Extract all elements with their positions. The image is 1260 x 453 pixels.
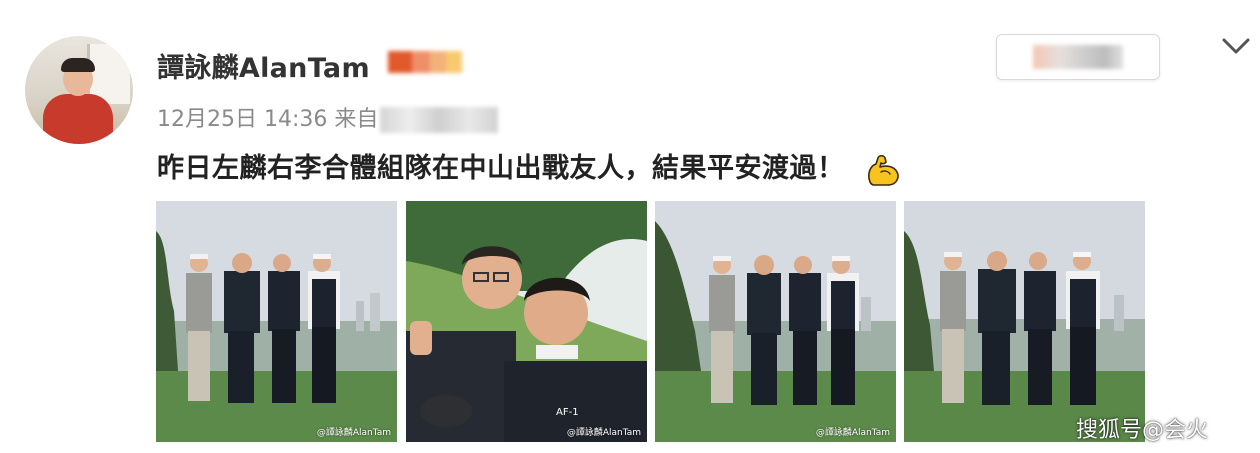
post-text-container: 昨日左麟右李合體組隊在中山出戰友人，結果平安渡過！ <box>157 146 902 188</box>
photo-watermark: @譚詠麟AlanTam <box>566 428 641 438</box>
avatar[interactable] <box>25 36 133 144</box>
source-watermark: 搜狐号@会火 <box>1076 418 1209 443</box>
post-time[interactable]: 14:36 <box>264 107 327 132</box>
blurred-badge <box>388 45 464 77</box>
photo-2[interactable]: AF-1 @譚詠麟AlanTam <box>406 201 647 442</box>
post-text: 昨日左麟右李合體組隊在中山出戰友人，結果平安渡過！ <box>157 153 845 184</box>
author-name[interactable]: 譚詠麟AlanTam <box>157 46 370 85</box>
follow-button[interactable] <box>996 34 1160 80</box>
flexed-biceps-icon <box>868 154 900 186</box>
weibo-post: 譚詠麟AlanTam 12月25日 14:36 来自 昨日左麟右李合體組隊在中山… <box>0 0 1260 453</box>
follow-button-blurred-label <box>1033 45 1123 69</box>
chevron-down-icon[interactable] <box>1220 34 1252 58</box>
avatar-hair <box>61 58 95 72</box>
photo-watermark: @譚詠麟AlanTam <box>815 428 890 438</box>
post-source-blurred <box>380 107 499 133</box>
post-meta: 12月25日 14:36 来自 <box>157 101 499 133</box>
photo-4[interactable] <box>904 201 1145 442</box>
photo-3[interactable]: @譚詠麟AlanTam <box>655 201 896 442</box>
post-date[interactable]: 12月25日 <box>157 107 257 132</box>
post-source-prefix: 来自 <box>334 107 379 132</box>
avatar-jacket <box>43 94 113 144</box>
photo-1[interactable]: @譚詠麟AlanTam <box>156 201 397 442</box>
photo-watermark: @譚詠麟AlanTam <box>316 428 391 438</box>
svg-text:AF-1: AF-1 <box>556 407 579 418</box>
